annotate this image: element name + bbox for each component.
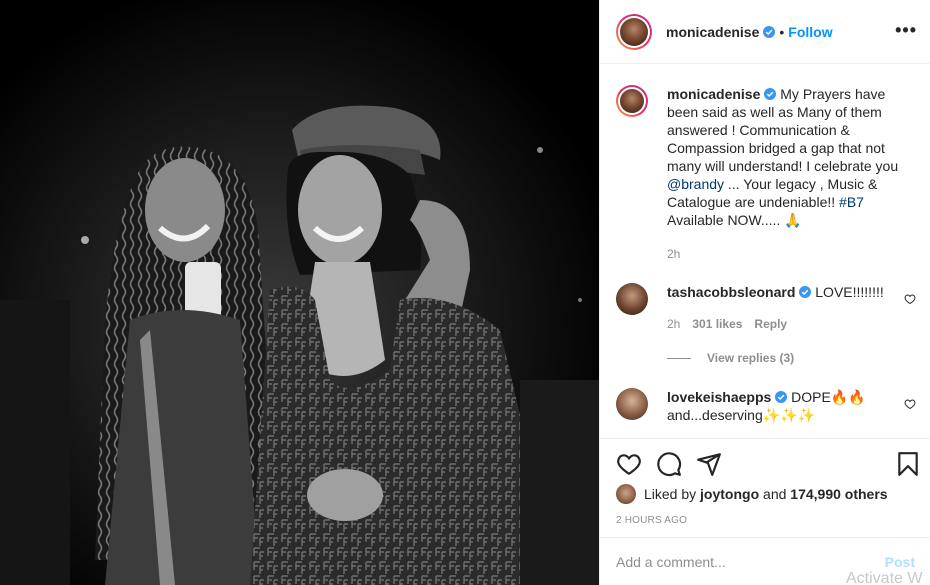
header-separator: • — [779, 23, 785, 40]
verified-badge-icon — [799, 286, 812, 298]
comments-section[interactable]: monicadenise My Prayers have been said a… — [600, 65, 930, 438]
caption-mention[interactable]: @brandy — [667, 176, 724, 192]
caption-text-part3: Available NOW..... 🙏 — [667, 212, 802, 228]
caption-text: monicadenise My Prayers have been said a… — [667, 85, 916, 229]
caption-avatar[interactable] — [616, 85, 648, 117]
comment-bubble-icon[interactable] — [656, 451, 682, 477]
comment-username[interactable]: lovekeishaepps — [667, 389, 771, 405]
post-photo[interactable] — [0, 0, 599, 585]
comment-like-heart-icon[interactable] — [904, 398, 916, 410]
share-send-icon[interactable] — [696, 451, 722, 477]
comment-text: lovekeishaepps DOPE🔥🔥 and...deserving✨✨✨ — [667, 388, 916, 424]
save-bookmark-icon[interactable] — [895, 451, 921, 477]
liker-avatar[interactable] — [616, 484, 636, 504]
caption-hashtag[interactable]: #B7 — [839, 194, 864, 210]
reply-button[interactable]: Reply — [754, 317, 787, 331]
view-replies-button[interactable]: View replies (3) — [667, 351, 794, 365]
likes-count[interactable]: 174,990 others — [790, 486, 887, 502]
comment-like-heart-icon[interactable] — [904, 293, 916, 305]
post-timestamp[interactable]: 2 HOURS AGO — [616, 515, 687, 526]
caption-username[interactable]: monicadenise — [667, 86, 760, 102]
caption-time[interactable]: 2h — [667, 247, 680, 261]
comment-content: LOVE!!!!!!!! — [815, 284, 884, 300]
verified-badge-icon — [764, 88, 777, 100]
profile-avatar[interactable] — [616, 13, 652, 50]
comment-avatar[interactable] — [616, 388, 648, 420]
liker-username[interactable]: joytongo — [700, 486, 759, 502]
comment-avatar[interactable] — [616, 283, 648, 315]
post-sidebar: monicadenise • Follow ••• monicadenise M… — [599, 0, 930, 585]
likes-prefix: Liked by — [644, 486, 697, 502]
like-heart-icon[interactable] — [616, 451, 642, 477]
comment-text: tashacobbsleonard LOVE!!!!!!!! — [667, 283, 916, 301]
comment-username[interactable]: tashacobbsleonard — [667, 284, 795, 300]
post-actions — [600, 438, 930, 488]
more-options-icon[interactable]: ••• — [895, 20, 917, 41]
follow-button[interactable]: Follow — [788, 24, 832, 40]
author-username[interactable]: monicadenise — [666, 24, 759, 40]
post-comment-button[interactable]: Post — [885, 554, 915, 570]
comment-input[interactable] — [616, 553, 885, 570]
comment-time[interactable]: 2h — [667, 317, 680, 331]
post-image — [0, 0, 599, 585]
comment-meta: 2h 301 likes Reply — [667, 317, 787, 331]
likes-and: and — [763, 486, 787, 502]
post-header: monicadenise • Follow ••• — [600, 0, 930, 64]
comment-likes[interactable]: 301 likes — [692, 317, 742, 331]
verified-badge-icon — [763, 25, 776, 38]
activate-windows-watermark: Activate W — [846, 570, 923, 585]
verified-badge-icon — [775, 391, 788, 403]
replies-divider — [667, 358, 691, 360]
avatar-image — [620, 17, 648, 46]
view-replies-label: View replies (3) — [707, 351, 795, 365]
likes-summary: Liked by joytongo and 174,990 others — [616, 484, 888, 504]
